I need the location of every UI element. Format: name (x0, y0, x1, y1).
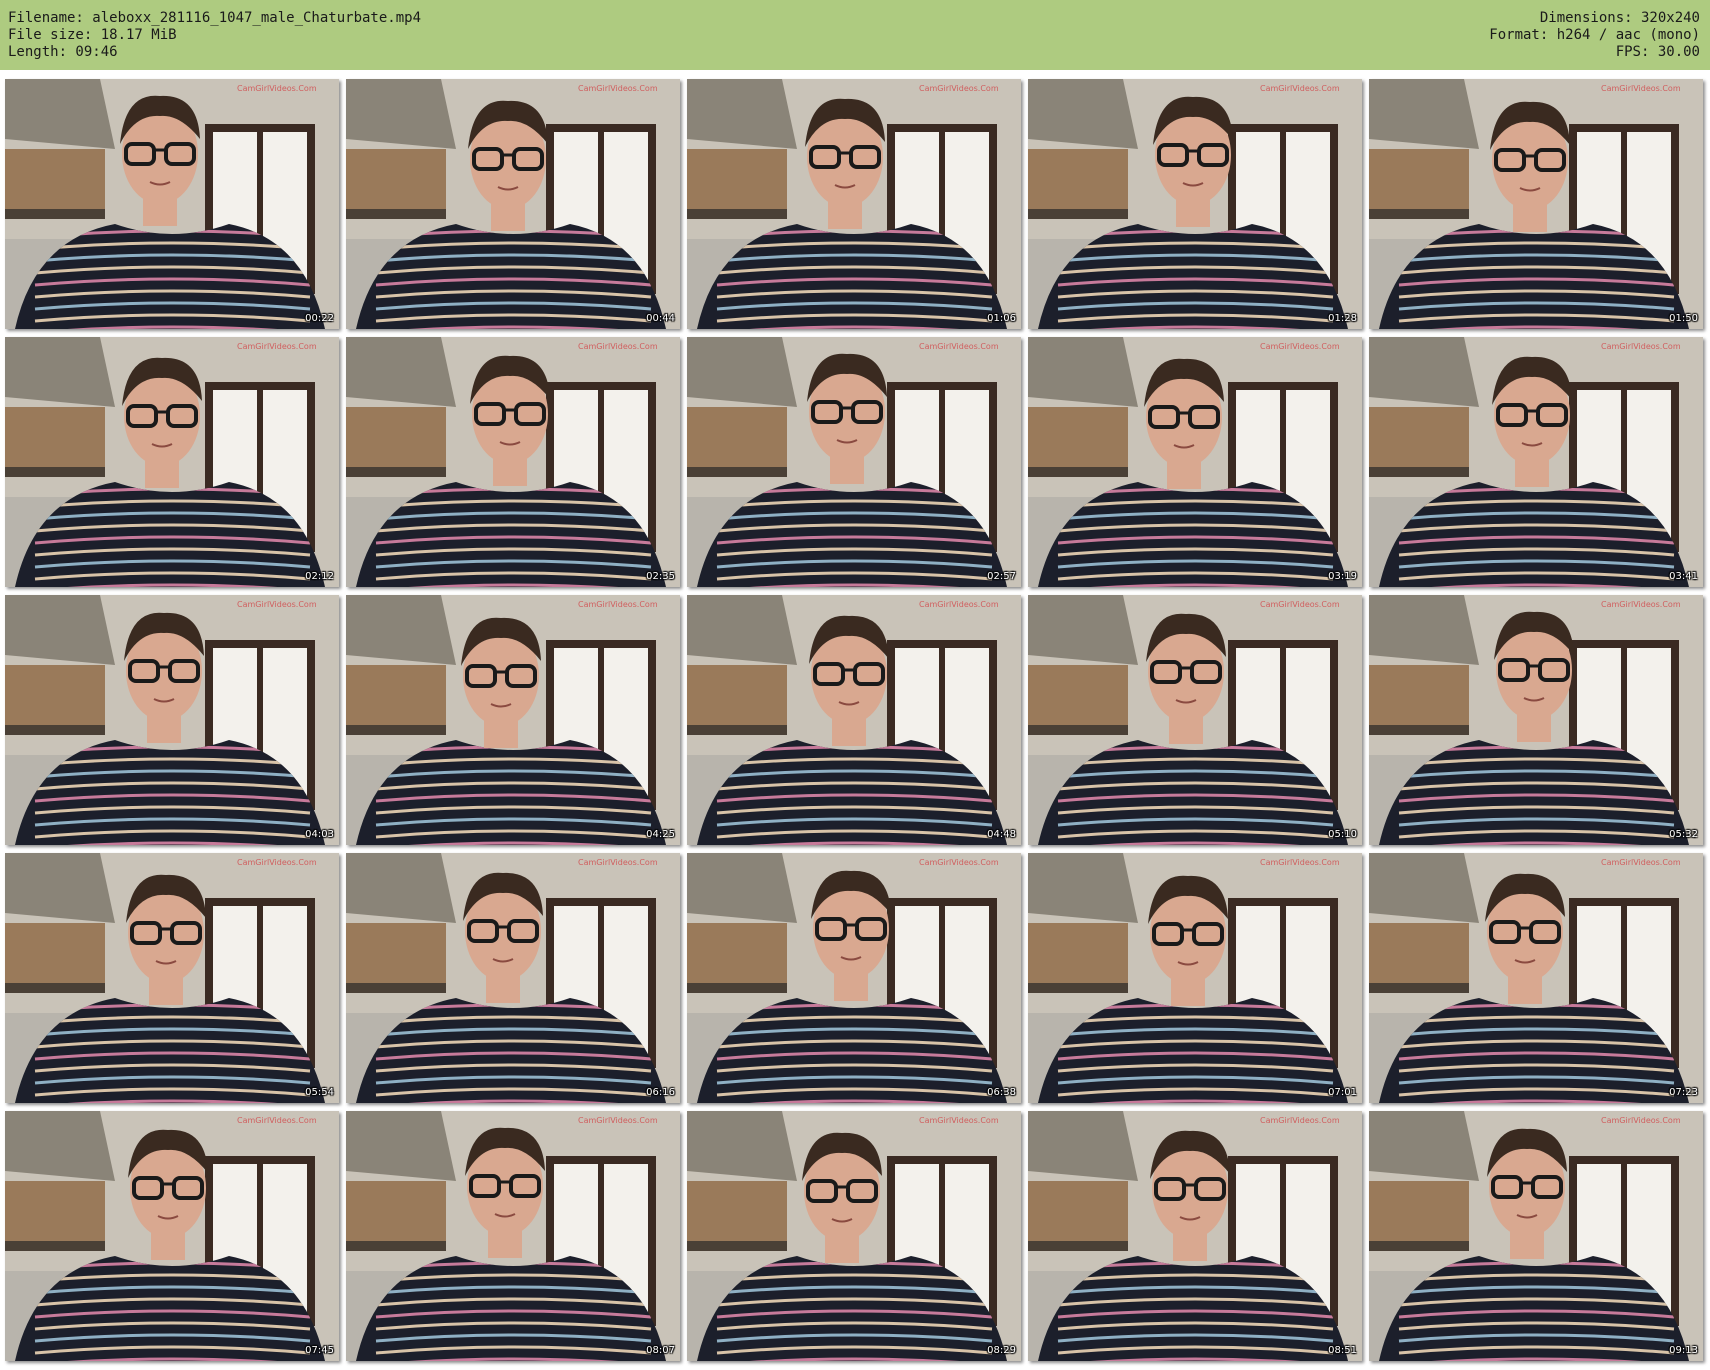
frame-timestamp: 05:54 (305, 1087, 334, 1098)
frame-timestamp: 06:16 (646, 1087, 675, 1098)
frame-timestamp: 04:03 (305, 829, 334, 840)
file-info: Filename: aleboxx_281116_1047_male_Chatu… (8, 10, 421, 61)
dimensions-text: Dimensions: 320x240 (1539, 10, 1700, 26)
video-frame-thumbnail: CamGirlVideos.Com 01:06 (687, 79, 1021, 329)
frame-timestamp: 01:06 (987, 313, 1016, 324)
frame-timestamp: 05:10 (1328, 829, 1357, 840)
svg-text:CamGirlVideos.Com: CamGirlVideos.Com (1601, 84, 1681, 93)
svg-text:CamGirlVideos.Com: CamGirlVideos.Com (1260, 600, 1340, 609)
svg-text:CamGirlVideos.Com: CamGirlVideos.Com (237, 342, 317, 351)
svg-text:CamGirlVideos.Com: CamGirlVideos.Com (237, 600, 317, 609)
svg-text:CamGirlVideos.Com: CamGirlVideos.Com (578, 342, 658, 351)
frame-timestamp: 01:50 (1669, 313, 1698, 324)
video-frame-thumbnail: CamGirlVideos.Com 07:23 (1369, 853, 1703, 1103)
svg-text:CamGirlVideos.Com: CamGirlVideos.Com (578, 1116, 658, 1125)
svg-text:CamGirlVideos.Com: CamGirlVideos.Com (578, 858, 658, 867)
video-frame-thumbnail: CamGirlVideos.Com 05:32 (1369, 595, 1703, 845)
frame-timestamp: 09:13 (1669, 1345, 1698, 1356)
svg-text:CamGirlVideos.Com: CamGirlVideos.Com (1601, 858, 1681, 867)
video-frame-thumbnail: CamGirlVideos.Com 00:22 (5, 79, 339, 329)
thumbnail-grid: CamGirlVideos.Com 00:22 CamGirlVideos.Com 0… (5, 79, 1703, 1361)
frame-timestamp: 07:23 (1669, 1087, 1698, 1098)
frame-timestamp: 01:28 (1328, 313, 1357, 324)
video-frame-thumbnail: CamGirlVideos.Com 08:07 (346, 1111, 680, 1361)
svg-text:CamGirlVideos.Com: CamGirlVideos.Com (1260, 1116, 1340, 1125)
fps-text: FPS: 30.00 (1615, 44, 1700, 60)
svg-text:CamGirlVideos.Com: CamGirlVideos.Com (237, 858, 317, 867)
svg-text:CamGirlVideos.Com: CamGirlVideos.Com (919, 858, 999, 867)
svg-text:CamGirlVideos.Com: CamGirlVideos.Com (1260, 84, 1340, 93)
svg-text:CamGirlVideos.Com: CamGirlVideos.Com (919, 342, 999, 351)
video-frame-thumbnail: CamGirlVideos.Com 02:35 (346, 337, 680, 587)
frame-timestamp: 07:01 (1328, 1087, 1357, 1098)
frame-timestamp: 02:57 (987, 571, 1016, 582)
info-header: Filename: aleboxx_281116_1047_male_Chatu… (0, 0, 1710, 70)
video-frame-thumbnail: CamGirlVideos.Com 05:54 (5, 853, 339, 1103)
svg-text:CamGirlVideos.Com: CamGirlVideos.Com (237, 1116, 317, 1125)
svg-text:CamGirlVideos.Com: CamGirlVideos.Com (578, 600, 658, 609)
video-frame-thumbnail: CamGirlVideos.Com 02:12 (5, 337, 339, 587)
svg-text:CamGirlVideos.Com: CamGirlVideos.Com (1601, 600, 1681, 609)
video-frame-thumbnail: CamGirlVideos.Com 04:03 (5, 595, 339, 845)
video-frame-thumbnail: CamGirlVideos.Com 07:01 (1028, 853, 1362, 1103)
video-frame-thumbnail: CamGirlVideos.Com 01:28 (1028, 79, 1362, 329)
format-text: Format: h264 / aac (mono) (1489, 27, 1700, 43)
frame-timestamp: 04:25 (646, 829, 675, 840)
frame-timestamp: 08:07 (646, 1345, 675, 1356)
frame-timestamp: 00:22 (305, 313, 334, 324)
frame-timestamp: 05:32 (1669, 829, 1698, 840)
frame-timestamp: 04:48 (987, 829, 1016, 840)
svg-text:CamGirlVideos.Com: CamGirlVideos.Com (237, 84, 317, 93)
video-frame-thumbnail: CamGirlVideos.Com 06:38 (687, 853, 1021, 1103)
video-frame-thumbnail: CamGirlVideos.Com 09:13 (1369, 1111, 1703, 1361)
video-frame-thumbnail: CamGirlVideos.Com 02:57 (687, 337, 1021, 587)
frame-timestamp: 07:45 (305, 1345, 334, 1356)
frame-timestamp: 02:35 (646, 571, 675, 582)
svg-text:CamGirlVideos.Com: CamGirlVideos.Com (919, 1116, 999, 1125)
frame-timestamp: 00:44 (646, 313, 675, 324)
video-frame-thumbnail: CamGirlVideos.Com 03:19 (1028, 337, 1362, 587)
svg-text:CamGirlVideos.Com: CamGirlVideos.Com (1601, 1116, 1681, 1125)
video-frame-thumbnail: CamGirlVideos.Com 06:16 (346, 853, 680, 1103)
svg-text:CamGirlVideos.Com: CamGirlVideos.Com (919, 600, 999, 609)
video-frame-thumbnail: CamGirlVideos.Com 05:10 (1028, 595, 1362, 845)
svg-text:CamGirlVideos.Com: CamGirlVideos.Com (1260, 858, 1340, 867)
video-frame-thumbnail: CamGirlVideos.Com 00:44 (346, 79, 680, 329)
media-info: Dimensions: 320x240 Format: h264 / aac (… (1489, 10, 1700, 61)
length-text: Length: 09:46 (8, 44, 118, 60)
filesize-text: File size: 18.17 MiB (8, 27, 177, 43)
filename-text: Filename: aleboxx_281116_1047_male_Chatu… (8, 10, 422, 26)
frame-timestamp: 03:41 (1669, 571, 1698, 582)
svg-text:CamGirlVideos.Com: CamGirlVideos.Com (1601, 342, 1681, 351)
video-frame-thumbnail: CamGirlVideos.Com 07:45 (5, 1111, 339, 1361)
svg-text:CamGirlVideos.Com: CamGirlVideos.Com (1260, 342, 1340, 351)
svg-text:CamGirlVideos.Com: CamGirlVideos.Com (578, 84, 658, 93)
video-frame-thumbnail: CamGirlVideos.Com 01:50 (1369, 79, 1703, 329)
svg-text:CamGirlVideos.Com: CamGirlVideos.Com (919, 84, 999, 93)
video-frame-thumbnail: CamGirlVideos.Com 03:41 (1369, 337, 1703, 587)
frame-timestamp: 08:29 (987, 1345, 1016, 1356)
video-frame-thumbnail: CamGirlVideos.Com 08:29 (687, 1111, 1021, 1361)
frame-timestamp: 06:38 (987, 1087, 1016, 1098)
frame-timestamp: 08:51 (1328, 1345, 1357, 1356)
video-frame-thumbnail: CamGirlVideos.Com 04:25 (346, 595, 680, 845)
frame-timestamp: 02:12 (305, 571, 334, 582)
video-frame-thumbnail: CamGirlVideos.Com 04:48 (687, 595, 1021, 845)
video-frame-thumbnail: CamGirlVideos.Com 08:51 (1028, 1111, 1362, 1361)
frame-timestamp: 03:19 (1328, 571, 1357, 582)
